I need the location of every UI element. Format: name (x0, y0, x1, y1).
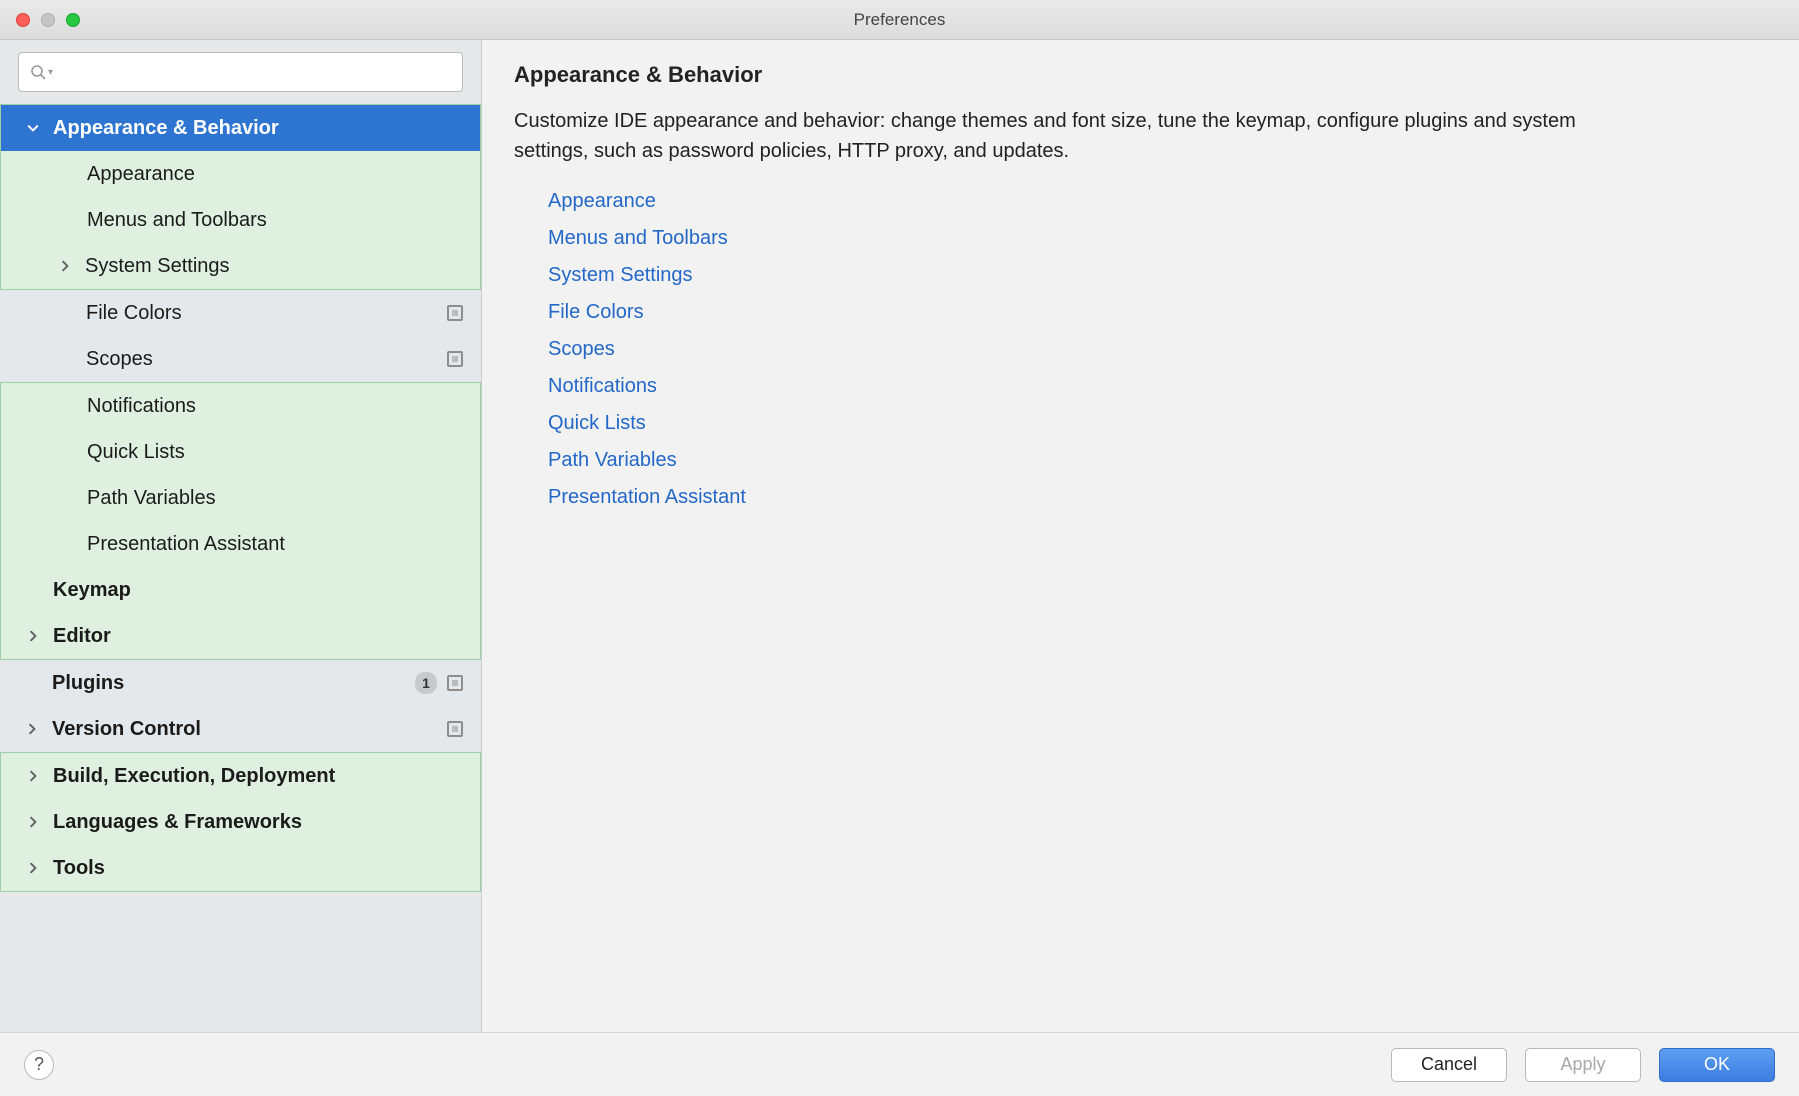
sidebar-item-label: Quick Lists (87, 441, 462, 464)
link-file-colors[interactable]: File Colors (548, 301, 1767, 324)
chevron-right-icon (55, 256, 75, 276)
sidebar-item-notifications[interactable]: Notifications (1, 383, 480, 429)
sidebar-item-label: Menus and Toolbars (87, 209, 462, 232)
sidebar-item-quick-lists[interactable]: Quick Lists (1, 429, 480, 475)
chevron-right-icon (23, 626, 43, 646)
sidebar-item-label: Notifications (87, 395, 462, 418)
sidebar-item-label: System Settings (85, 255, 462, 278)
sidebar-item-scopes[interactable]: Scopes (0, 336, 481, 382)
minimize-icon (41, 13, 55, 27)
help-icon: ? (34, 1054, 44, 1075)
sidebar-item-label: Scopes (86, 348, 447, 371)
sidebar-item-label: File Colors (86, 302, 447, 325)
link-path-variables[interactable]: Path Variables (548, 449, 1767, 472)
sidebar-item-file-colors[interactable]: File Colors (0, 290, 481, 336)
chevron-right-icon (23, 766, 43, 786)
sidebar-item-path-variables[interactable]: Path Variables (1, 475, 480, 521)
sidebar-item-keymap[interactable]: Keymap (1, 567, 480, 613)
sidebar-item-plugins[interactable]: Plugins 1 (0, 660, 481, 706)
link-notifications[interactable]: Notifications (548, 375, 1767, 398)
maximize-icon[interactable] (66, 13, 80, 27)
dialog-footer: ? Cancel Apply OK (0, 1032, 1799, 1096)
preferences-sidebar: ▾ Appearance & Behavior Appearance Menus… (0, 40, 482, 1032)
sidebar-item-system-settings[interactable]: System Settings (1, 243, 480, 289)
ok-button[interactable]: OK (1659, 1048, 1775, 1082)
sidebar-item-tools[interactable]: Tools (1, 845, 480, 891)
sidebar-item-version-control[interactable]: Version Control (0, 706, 481, 752)
sidebar-item-label: Languages & Frameworks (53, 811, 462, 834)
sidebar-item-build-execution-deployment[interactable]: Build, Execution, Deployment (1, 753, 480, 799)
sidebar-item-appearance-behavior[interactable]: Appearance & Behavior (1, 105, 480, 151)
window-controls (16, 13, 80, 27)
project-scope-icon (447, 351, 463, 367)
page-description: Customize IDE appearance and behavior: c… (514, 106, 1614, 166)
sidebar-item-label: Appearance & Behavior (53, 117, 462, 140)
cancel-button[interactable]: Cancel (1391, 1048, 1507, 1082)
sidebar-item-label: Plugins (52, 672, 415, 695)
sidebar-item-label: Editor (53, 625, 462, 648)
subpage-links: Appearance Menus and Toolbars System Set… (514, 190, 1767, 509)
apply-button: Apply (1525, 1048, 1641, 1082)
sidebar-item-label: Keymap (53, 579, 462, 602)
sidebar-item-editor[interactable]: Editor (1, 613, 480, 659)
sidebar-item-label: Build, Execution, Deployment (53, 765, 462, 788)
search-input[interactable] (18, 52, 463, 92)
sidebar-item-languages-frameworks[interactable]: Languages & Frameworks (1, 799, 480, 845)
preferences-content: Appearance & Behavior Customize IDE appe… (482, 40, 1799, 1032)
link-presentation-assistant[interactable]: Presentation Assistant (548, 486, 1767, 509)
window-title: Preferences (854, 10, 946, 30)
update-count-badge: 1 (415, 672, 437, 694)
link-appearance[interactable]: Appearance (548, 190, 1767, 213)
link-scopes[interactable]: Scopes (548, 338, 1767, 361)
chevron-right-icon (23, 858, 43, 878)
sidebar-item-label: Version Control (52, 718, 447, 741)
titlebar: Preferences (0, 0, 1799, 40)
chevron-down-icon (23, 118, 43, 138)
page-title: Appearance & Behavior (514, 62, 1767, 88)
sidebar-item-label: Presentation Assistant (87, 533, 462, 556)
chevron-right-icon (22, 719, 42, 739)
sidebar-item-label: Tools (53, 857, 462, 880)
project-scope-icon (447, 305, 463, 321)
sidebar-item-presentation-assistant[interactable]: Presentation Assistant (1, 521, 480, 567)
sidebar-item-appearance[interactable]: Appearance (1, 151, 480, 197)
close-icon[interactable] (16, 13, 30, 27)
sidebar-item-label: Path Variables (87, 487, 462, 510)
chevron-right-icon (23, 812, 43, 832)
link-quick-lists[interactable]: Quick Lists (548, 412, 1767, 435)
project-scope-icon (447, 675, 463, 691)
sidebar-item-menus-toolbars[interactable]: Menus and Toolbars (1, 197, 480, 243)
preferences-tree: Appearance & Behavior Appearance Menus a… (0, 104, 481, 892)
project-scope-icon (447, 721, 463, 737)
sidebar-item-label: Appearance (87, 163, 462, 186)
link-menus-toolbars[interactable]: Menus and Toolbars (548, 227, 1767, 250)
help-button[interactable]: ? (24, 1050, 54, 1080)
link-system-settings[interactable]: System Settings (548, 264, 1767, 287)
